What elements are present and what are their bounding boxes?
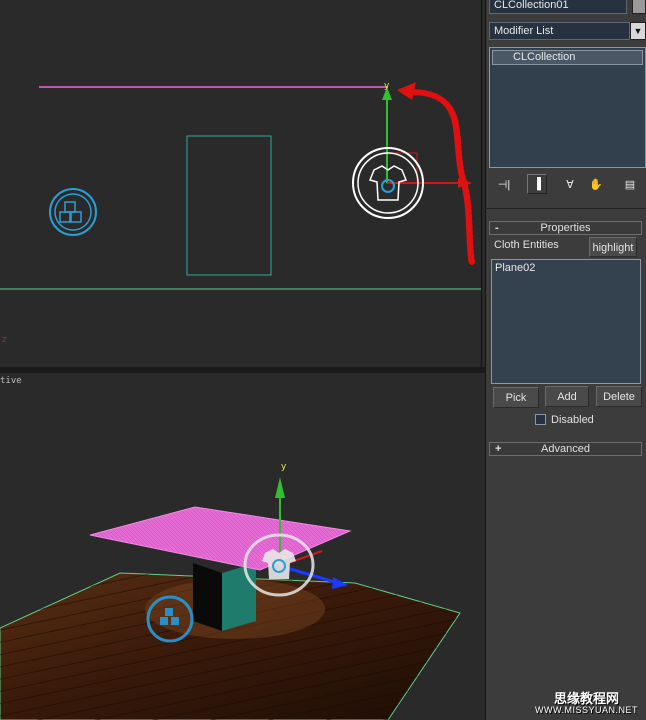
collapse-icon: -	[495, 222, 499, 234]
cloth-plane[interactable]	[89, 506, 352, 571]
delete-button[interactable]: Delete	[596, 386, 642, 407]
gizmo-y-label: y	[384, 81, 390, 91]
perspective-viewport-canvas: y	[0, 462, 461, 720]
watermark-line1: 思缘教程网	[553, 690, 619, 706]
watermark-line2: WWW.MISSYUAN.NET	[535, 705, 638, 716]
add-button[interactable]: Add	[545, 386, 589, 407]
disabled-label: Disabled	[551, 414, 594, 426]
object-name-field[interactable]: CLCollection01	[489, 0, 627, 14]
cloth-entities-list[interactable]: Plane02	[491, 259, 641, 384]
object-color-swatch[interactable]	[632, 0, 646, 14]
properties-rollout-header[interactable]: - Properties	[489, 221, 642, 235]
modifier-stack[interactable]: CLCollection	[489, 47, 646, 168]
panel-divider	[485, 208, 646, 209]
stack-toolbar: ⊣| ▐ ∀ ✋ ▤	[489, 172, 646, 198]
highlight-button[interactable]: highlight	[589, 237, 637, 257]
top-viewport-canvas: y z	[0, 81, 481, 345]
cloth-entities-label: Cloth Entities	[494, 239, 559, 251]
properties-title: Properties	[540, 222, 591, 234]
make-unique-icon[interactable]: ∀	[561, 176, 579, 194]
configure-sets-icon[interactable]: ▤	[621, 176, 639, 194]
advanced-rollout-header[interactable]: + Advanced	[489, 442, 642, 456]
pick-button[interactable]: Pick	[493, 387, 539, 408]
advanced-title: Advanced	[541, 443, 590, 455]
show-end-result-icon[interactable]: ▐	[527, 174, 547, 194]
corner-axis-z: z	[2, 335, 7, 345]
gizmo-y-label-persp: y	[281, 462, 287, 472]
list-item[interactable]: Plane02	[492, 260, 640, 276]
modifier-list-dropdown[interactable]: Modifier List	[489, 22, 630, 40]
top-viewport[interactable]: y z	[0, 0, 482, 367]
remove-modifier-icon[interactable]: ✋	[587, 176, 605, 194]
box-object[interactable]	[186, 135, 272, 276]
modifier-list-chevron-down-icon[interactable]: ▼	[630, 22, 646, 40]
annotation-arrow	[397, 82, 475, 265]
expand-icon: +	[495, 443, 502, 455]
modifier-stack-item[interactable]: CLCollection	[492, 50, 643, 65]
pin-stack-icon[interactable]: ⊣|	[495, 176, 513, 194]
collision-helper-icon[interactable]	[49, 188, 97, 236]
disabled-checkbox[interactable]	[535, 414, 546, 425]
watermark: 思缘教程网 WWW.MISSYUAN.NET	[535, 690, 638, 716]
perspective-viewport[interactable]: tive y	[0, 373, 481, 720]
